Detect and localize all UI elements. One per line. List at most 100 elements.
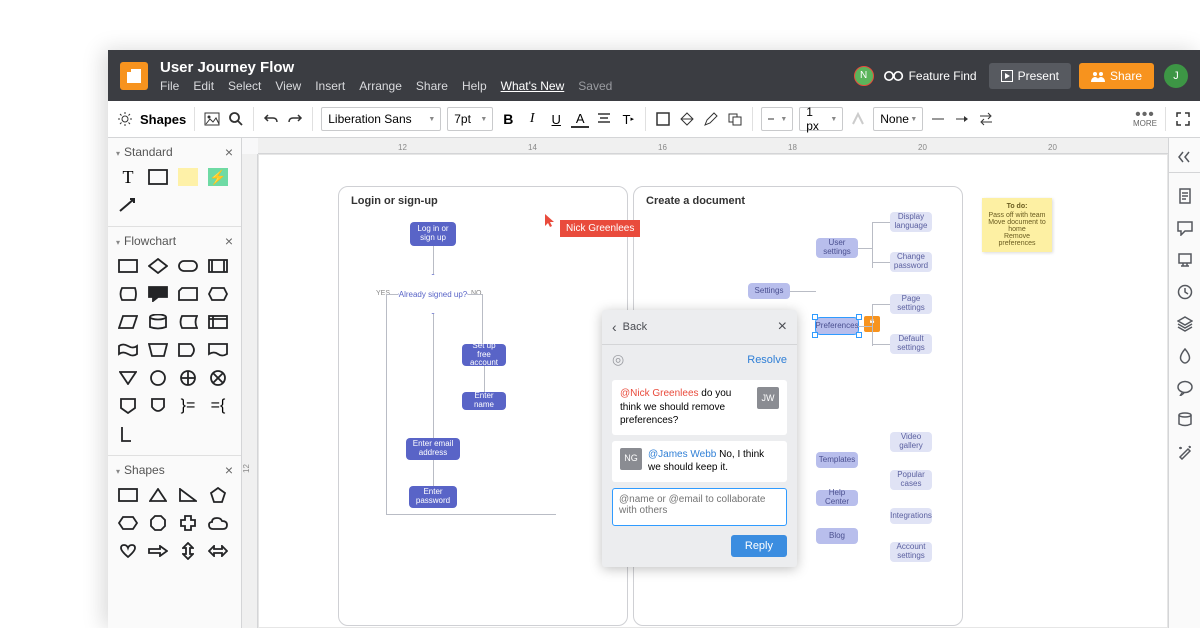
canvas[interactable]: Login or sign-up Create a document Log i… — [258, 154, 1168, 628]
comment-dock-icon[interactable] — [1176, 219, 1194, 237]
arrow-start-icon[interactable] — [929, 110, 947, 128]
node-decision[interactable]: Already signed up? — [398, 274, 468, 314]
line-color-icon[interactable] — [849, 110, 867, 128]
feature-find-button[interactable]: Feature Find — [884, 69, 977, 83]
chat-icon[interactable] — [1176, 379, 1194, 397]
sh-plus[interactable] — [176, 512, 200, 534]
rect-shape[interactable] — [146, 166, 170, 188]
menu-whats-new[interactable]: What's New — [501, 79, 565, 93]
share-button[interactable]: Share — [1079, 63, 1154, 89]
fc-manual-loop[interactable] — [146, 339, 170, 361]
search-icon[interactable] — [227, 110, 245, 128]
fc-database[interactable] — [146, 311, 170, 333]
arrow-end-icon[interactable] — [953, 110, 971, 128]
fc-connector[interactable] — [146, 367, 170, 389]
text-color-icon[interactable]: A — [571, 110, 589, 128]
menu-view[interactable]: View — [275, 79, 301, 93]
node-video[interactable]: Video gallery — [890, 432, 932, 452]
text-options-icon[interactable]: T▸ — [619, 110, 637, 128]
fc-input[interactable] — [116, 311, 140, 333]
palette-standard[interactable]: Standard — [124, 145, 173, 159]
pencil-icon[interactable] — [702, 110, 720, 128]
node-integrations[interactable]: Integrations — [890, 508, 932, 524]
shape-style-icon[interactable] — [726, 110, 744, 128]
collapse-icon[interactable] — [1176, 148, 1194, 166]
border-color-icon[interactable] — [678, 110, 696, 128]
more-menu[interactable]: ••• MORE — [1133, 110, 1157, 129]
fc-process[interactable] — [116, 255, 140, 277]
node-page-set[interactable]: Page settings — [890, 294, 932, 314]
fc-display[interactable] — [116, 283, 140, 305]
node-blog[interactable]: Blog — [816, 528, 858, 544]
node-login[interactable]: Log in or sign up — [410, 222, 456, 246]
node-settings[interactable]: Settings — [748, 283, 790, 299]
node-email[interactable]: Enter email address — [406, 438, 460, 460]
node-change-pw[interactable]: Change password — [890, 252, 932, 272]
fullscreen-icon[interactable] — [1174, 110, 1192, 128]
fc-card[interactable] — [176, 283, 200, 305]
node-user-settings[interactable]: User settings — [816, 238, 858, 258]
underline-icon[interactable]: U — [547, 110, 565, 128]
arrow-shape[interactable] — [116, 194, 140, 216]
fc-preparation[interactable] — [206, 283, 230, 305]
fc-tape[interactable] — [116, 339, 140, 361]
history-icon[interactable] — [1176, 283, 1194, 301]
fc-comment[interactable] — [146, 283, 170, 305]
fc-delay[interactable] — [176, 339, 200, 361]
comment-input[interactable] — [612, 488, 787, 526]
magic-icon[interactable] — [1176, 443, 1194, 461]
close-icon[interactable]: × — [225, 144, 233, 160]
fc-storage[interactable] — [176, 311, 200, 333]
node-name[interactable]: Enter name — [462, 392, 506, 410]
sh-hex[interactable] — [116, 512, 140, 534]
menu-share[interactable]: Share — [416, 79, 448, 93]
fill-bucket-icon[interactable] — [654, 110, 672, 128]
resolve-button[interactable]: Resolve — [747, 354, 787, 366]
font-select[interactable]: Liberation Sans — [321, 107, 441, 131]
node-default-set[interactable]: Default settings — [890, 334, 932, 354]
fc-shield[interactable] — [146, 395, 170, 417]
fc-terminator[interactable] — [176, 255, 200, 277]
layers-icon[interactable] — [1176, 315, 1194, 333]
swap-icon[interactable] — [977, 110, 995, 128]
fc-document[interactable] — [206, 339, 230, 361]
node-preferences[interactable]: Preferences — [816, 318, 858, 334]
fc-merge[interactable] — [116, 367, 140, 389]
sh-arrow-r[interactable] — [146, 540, 170, 562]
reply-button[interactable]: Reply — [731, 535, 787, 557]
node-pw[interactable]: Enter password — [409, 486, 457, 508]
pin-icon[interactable]: ◎ — [612, 351, 624, 368]
line-style-select[interactable] — [761, 107, 793, 131]
sh-arrow-lr[interactable] — [206, 540, 230, 562]
fc-note[interactable] — [116, 423, 140, 445]
palette-shapes[interactable]: Shapes — [124, 463, 165, 477]
menu-select[interactable]: Select — [228, 79, 261, 93]
close-icon[interactable]: × — [225, 233, 233, 249]
text-shape[interactable]: T — [116, 166, 140, 188]
bold-icon[interactable]: B — [499, 110, 517, 128]
page-icon[interactable] — [1176, 187, 1194, 205]
user-avatar[interactable]: J — [1164, 64, 1188, 88]
shapes-panel-label[interactable]: Shapes — [140, 112, 186, 127]
fc-brace-l[interactable]: ={ — [206, 395, 230, 417]
palette-flowchart[interactable]: Flowchart — [124, 234, 176, 248]
node-templates[interactable]: Templates — [816, 452, 858, 468]
fill-select[interactable]: None — [873, 107, 923, 131]
drop-icon[interactable] — [1176, 347, 1194, 365]
sh-tri[interactable] — [146, 484, 170, 506]
sh-rtri[interactable] — [176, 484, 200, 506]
menu-arrange[interactable]: Arrange — [359, 79, 402, 93]
close-icon[interactable]: × — [225, 462, 233, 478]
node-popular[interactable]: Popular cases — [890, 470, 932, 490]
fc-brace-r[interactable]: }= — [176, 395, 200, 417]
fc-offpage[interactable] — [116, 395, 140, 417]
redo-icon[interactable] — [286, 110, 304, 128]
sh-rect[interactable] — [116, 484, 140, 506]
present-dock-icon[interactable] — [1176, 251, 1194, 269]
menu-help[interactable]: Help — [462, 79, 487, 93]
italic-icon[interactable]: I — [523, 110, 541, 128]
sh-pent[interactable] — [206, 484, 230, 506]
node-disp-lang[interactable]: Display language — [890, 212, 932, 232]
back-label[interactable]: Back — [623, 321, 647, 333]
gear-icon[interactable] — [116, 110, 134, 128]
